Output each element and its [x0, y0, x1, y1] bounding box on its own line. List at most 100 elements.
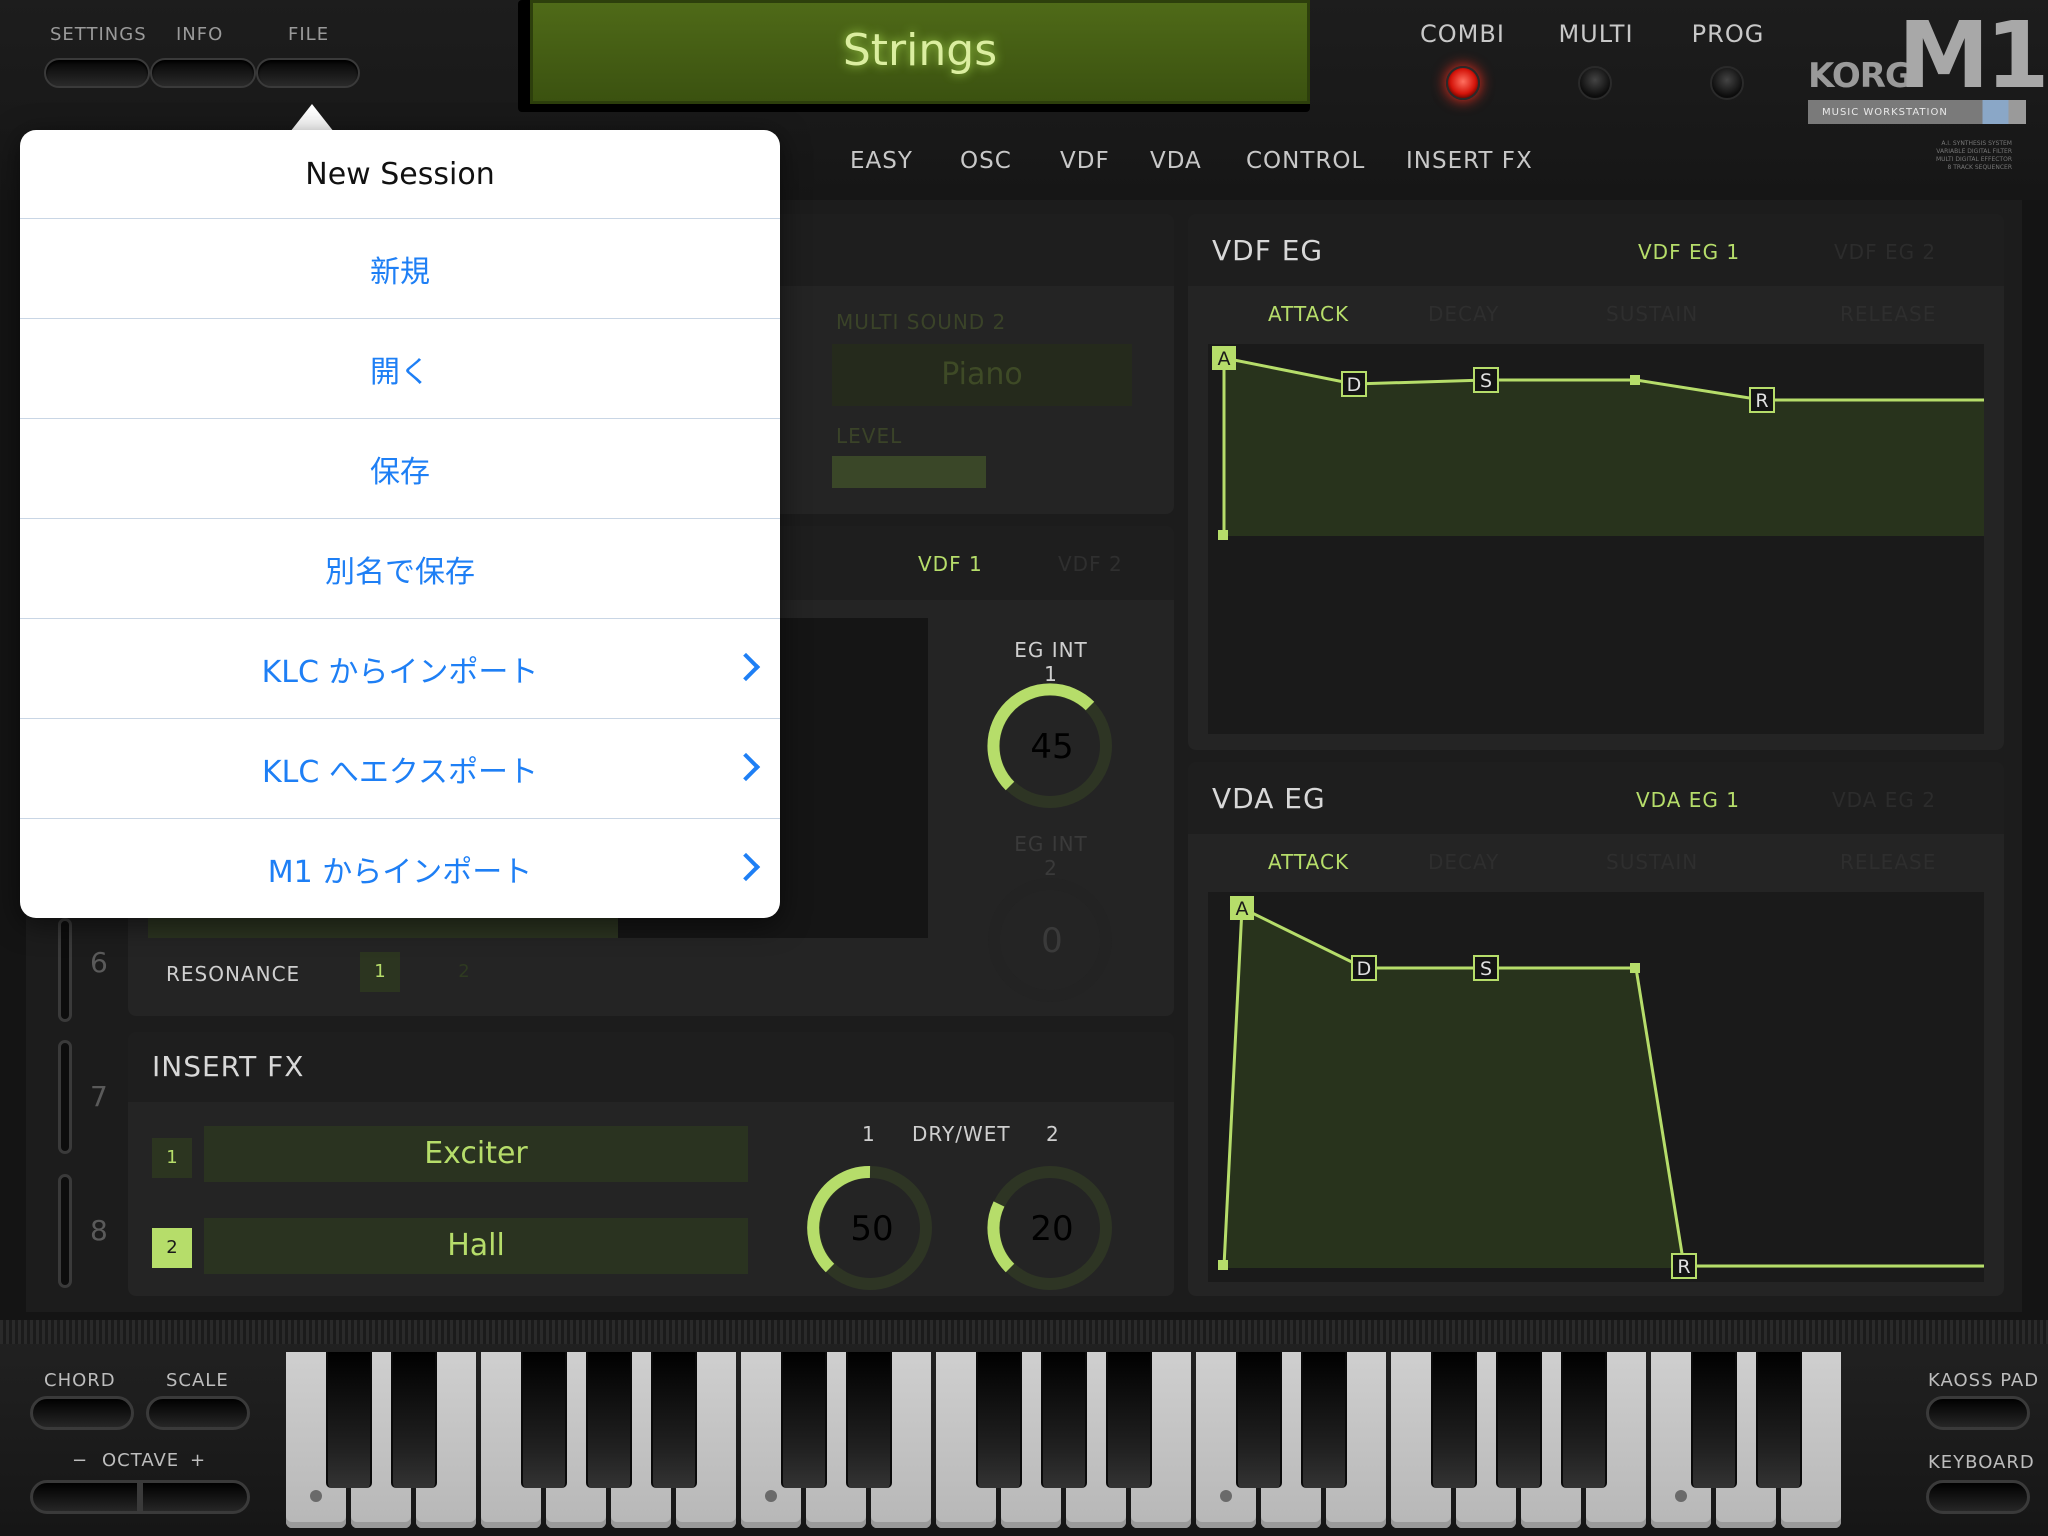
scale-button[interactable]	[146, 1396, 250, 1430]
menu-item-label: 保存	[370, 454, 430, 490]
black-key[interactable]	[1431, 1352, 1477, 1488]
menu-item-import-klc[interactable]: KLC からインポート	[20, 618, 780, 718]
octave-up-button[interactable]	[140, 1480, 250, 1514]
black-key[interactable]	[1496, 1352, 1542, 1488]
menu-item-new[interactable]: 新規	[20, 218, 780, 318]
kaoss-pad-label: KAOSS PAD	[1928, 1370, 2040, 1391]
black-key[interactable]	[1561, 1352, 1607, 1488]
black-key[interactable]	[781, 1352, 827, 1488]
info-button[interactable]	[150, 58, 256, 88]
tab-vdf2[interactable]: VDF 2	[1058, 552, 1123, 576]
octave-down-button[interactable]	[30, 1480, 140, 1514]
kaoss-pad-button[interactable]	[1926, 1396, 2030, 1430]
resonance-2-button[interactable]: 2	[444, 952, 484, 992]
mode-label-multi: MULTI	[1558, 20, 1634, 48]
fx-slot2-toggle[interactable]: 2	[152, 1228, 192, 1268]
black-key[interactable]	[976, 1352, 1022, 1488]
envelope-area	[1224, 908, 1984, 1268]
fx-slot2-select[interactable]: Hall	[204, 1218, 748, 1274]
tab-control[interactable]: CONTROL	[1246, 148, 1365, 174]
black-key[interactable]	[1301, 1352, 1347, 1488]
file-menu-popover: New Session 新規 開く 保存 別名で保存 KLC からインポート K…	[20, 130, 780, 918]
track-slot-7[interactable]	[58, 1040, 72, 1154]
black-key[interactable]	[1691, 1352, 1737, 1488]
menu-item-import-m1[interactable]: M1 からインポート	[20, 818, 780, 918]
tab-insert-fx[interactable]: INSERT FX	[1406, 148, 1533, 174]
black-key[interactable]	[1236, 1352, 1282, 1488]
menu-item-open[interactable]: 開く	[20, 318, 780, 418]
settings-button[interactable]	[44, 58, 150, 88]
tab-vdf-eg2[interactable]: VDF EG 2	[1834, 240, 1936, 264]
prog-led-button[interactable]	[1710, 66, 1744, 100]
menu-item-save-as[interactable]: 別名で保存	[20, 518, 780, 618]
eg-int2-knob[interactable]: 0	[980, 876, 1130, 1026]
octave-minus-label: −	[72, 1450, 89, 1471]
tab-vda-eg2[interactable]: VDA EG 2	[1832, 788, 1936, 812]
fx-slot1-toggle[interactable]: 1	[152, 1138, 192, 1178]
vdf-eg-stage-decay[interactable]: DECAY	[1428, 302, 1499, 326]
track-slot-6[interactable]	[58, 918, 72, 1022]
popover-arrow	[290, 104, 334, 132]
menu-item-export-klc[interactable]: KLC へエクスポート	[20, 718, 780, 818]
chord-button[interactable]	[30, 1396, 134, 1430]
multi-led-button[interactable]	[1578, 66, 1612, 100]
black-key[interactable]	[391, 1352, 437, 1488]
vdf-eg-stage-release[interactable]: RELEASE	[1840, 302, 1936, 326]
multisound-select[interactable]: Piano	[832, 344, 1132, 406]
multisound-label: MULTI SOUND 2	[836, 310, 1007, 334]
black-key[interactable]	[521, 1352, 567, 1488]
tab-vda-eg1[interactable]: VDA EG 1	[1636, 788, 1740, 812]
vdf-eg-title: VDF EG	[1212, 234, 1324, 267]
spec-line: 8 TRACK SEQUENCER	[1947, 164, 2013, 171]
spec-line: VARIABLE DIGITAL FILTER	[1936, 148, 2012, 155]
black-key[interactable]	[846, 1352, 892, 1488]
env-start-node[interactable]	[1218, 530, 1228, 540]
osc-panel: MULTI SOUND 2 Piano LEVEL	[760, 214, 1174, 514]
envelope-area	[1224, 358, 1984, 536]
tab-osc[interactable]: OSC	[960, 148, 1012, 174]
spec-line: MULTI DIGITAL EFFECTOR	[1935, 156, 2012, 163]
vda-eg-stage-decay[interactable]: DECAY	[1428, 850, 1499, 874]
popover-title: New Session	[305, 156, 495, 192]
vda-eg-envelope[interactable]: A D S R	[1208, 892, 1984, 1282]
env-mid-node[interactable]	[1630, 375, 1640, 385]
env-mid-node[interactable]	[1630, 963, 1640, 973]
eg-int1-knob[interactable]: 45	[980, 682, 1130, 832]
patch-name: Strings	[842, 25, 998, 76]
env-start-node[interactable]	[1218, 1260, 1228, 1270]
drywet-1-label: 1	[862, 1122, 876, 1146]
keyboard-button[interactable]	[1926, 1480, 2030, 1514]
black-key[interactable]	[586, 1352, 632, 1488]
tab-easy[interactable]: EASY	[850, 148, 913, 174]
resonance-1-button[interactable]: 1	[360, 952, 400, 992]
tab-vdf-eg1[interactable]: VDF EG 1	[1638, 240, 1740, 264]
black-key[interactable]	[326, 1352, 372, 1488]
vdf-eg-stage-sustain[interactable]: SUSTAIN	[1606, 302, 1698, 326]
korg-logo: KORG	[1808, 56, 1913, 96]
patch-display[interactable]: Strings	[530, 0, 1310, 104]
fx-slot1-select[interactable]: Exciter	[204, 1126, 748, 1182]
black-key[interactable]	[1041, 1352, 1087, 1488]
vda-eg-stage-attack[interactable]: ATTACK	[1268, 850, 1349, 874]
level-slider[interactable]	[832, 456, 986, 488]
drywet-1-knob[interactable]: 50	[800, 1162, 950, 1302]
menu-item-label: 開く	[370, 354, 430, 390]
black-key[interactable]	[1106, 1352, 1152, 1488]
vdf-eg-stage-attack[interactable]: ATTACK	[1268, 302, 1349, 326]
file-button[interactable]	[256, 58, 360, 88]
combi-led-button[interactable]	[1446, 66, 1480, 100]
menu-item-save[interactable]: 保存	[20, 418, 780, 518]
black-key[interactable]	[651, 1352, 697, 1488]
eg-int2-value: 0	[1041, 921, 1063, 961]
track-number: 6	[90, 946, 108, 979]
tab-vdf1[interactable]: VDF 1	[918, 552, 983, 576]
vdf-eg-envelope[interactable]: A D S R	[1208, 344, 1984, 734]
track-slot-8[interactable]	[58, 1174, 72, 1288]
vda-eg-stage-sustain[interactable]: SUSTAIN	[1606, 850, 1698, 874]
tab-vdf[interactable]: VDF	[1060, 148, 1110, 174]
resonance-label: RESONANCE	[166, 962, 301, 986]
tab-vda[interactable]: VDA	[1150, 148, 1202, 174]
vda-eg-stage-release[interactable]: RELEASE	[1840, 850, 1936, 874]
drywet-2-knob[interactable]: 20	[980, 1162, 1130, 1302]
black-key[interactable]	[1756, 1352, 1802, 1488]
